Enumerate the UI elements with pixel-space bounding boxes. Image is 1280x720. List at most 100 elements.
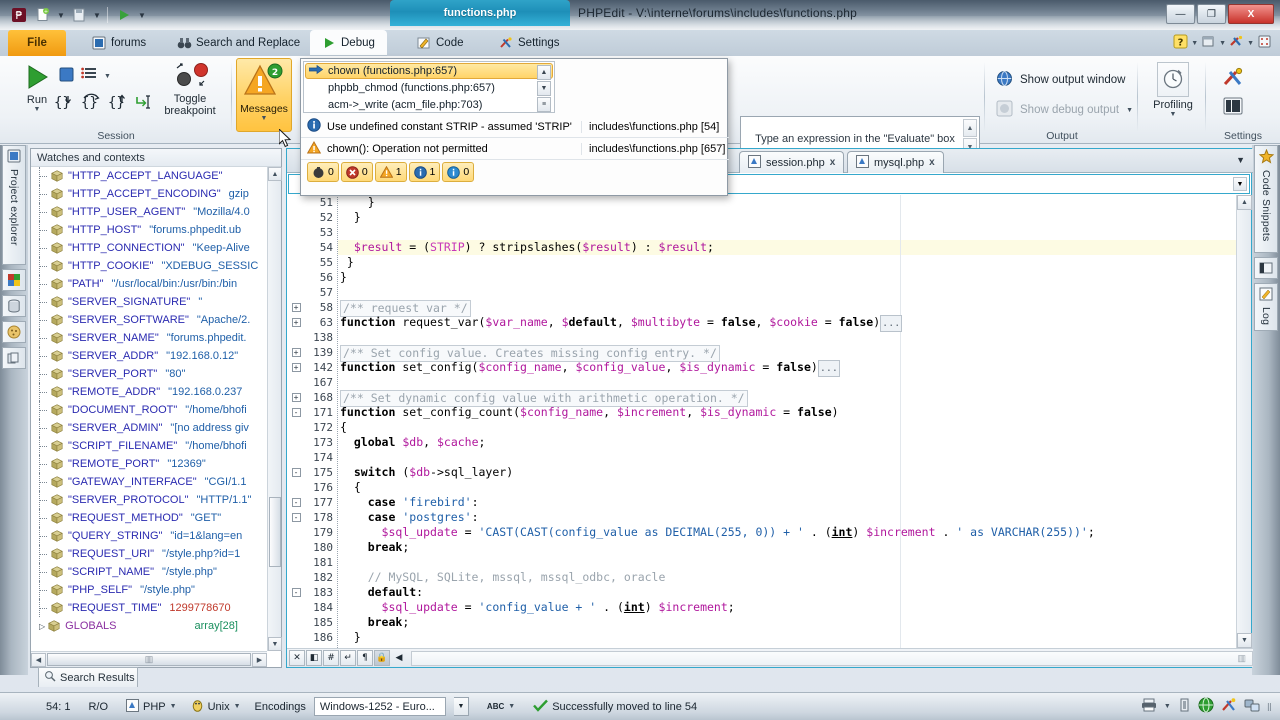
new-file-dropdown-icon[interactable]: ▼ bbox=[56, 4, 66, 26]
pilcrow-icon[interactable]: ¶ bbox=[357, 650, 373, 666]
line-numbers-icon[interactable]: # bbox=[323, 650, 339, 666]
watches-horizontal-scrollbar[interactable]: ◀ ▥ ▶ bbox=[31, 651, 267, 667]
fold-marker[interactable] bbox=[288, 480, 304, 495]
watch-row[interactable]: "HTTP_CONNECTION" "Keep-Alive bbox=[31, 239, 267, 257]
layout-icon[interactable] bbox=[1201, 34, 1216, 52]
fold-marker[interactable] bbox=[288, 285, 304, 300]
call-stack-item[interactable]: phpbb_chmod (functions.php:657) bbox=[304, 79, 554, 96]
code-line[interactable]: /** request var */ bbox=[340, 300, 1236, 317]
editor-tab-list-icon[interactable]: ▼ bbox=[1236, 155, 1245, 165]
code-area[interactable]: + + + + + - - - - - 51 52 53 54 55 56 57 58 63 138 139 142 16… bbox=[288, 195, 1236, 648]
scroll-thumb[interactable] bbox=[269, 497, 281, 567]
counter-notices[interactable]: 1 bbox=[408, 162, 441, 182]
code-line[interactable]: } bbox=[340, 195, 1236, 210]
grid-icon[interactable] bbox=[1257, 34, 1272, 52]
watch-row[interactable]: "SERVER_PROTOCOL" "HTTP/1.1" bbox=[31, 491, 267, 509]
watch-row[interactable]: "SCRIPT_FILENAME" "/home/bhofi bbox=[31, 437, 267, 455]
spellcheck-indicator[interactable]: ABC ▼ bbox=[477, 702, 515, 711]
code-line[interactable]: case 'firebird': bbox=[340, 495, 1236, 510]
column-icon[interactable] bbox=[1178, 698, 1191, 715]
scroll-up-icon[interactable]: ▲ bbox=[537, 65, 551, 80]
fold-marker[interactable] bbox=[288, 330, 304, 345]
step-out-icon[interactable]: {} bbox=[108, 93, 128, 115]
code-line[interactable] bbox=[340, 555, 1236, 570]
fold-marker[interactable] bbox=[288, 210, 304, 225]
dock-tab-project-explorer[interactable]: Project explorer bbox=[2, 145, 26, 265]
editor-tab-mysql-php[interactable]: mysql.php x bbox=[847, 151, 944, 173]
watch-row[interactable]: "HTTP_HOST" "forums.phpedit.ub bbox=[31, 221, 267, 239]
code-line[interactable]: function request_var($var_name, $default… bbox=[340, 315, 1236, 332]
encoding-select[interactable]: Windows-1252 - Euro... bbox=[313, 697, 446, 716]
platform-indicator[interactable]: Unix ▼ bbox=[185, 699, 241, 715]
scroll-up-icon[interactable]: ▲ bbox=[268, 167, 282, 181]
scroll-thumb[interactable]: ▥ bbox=[47, 653, 251, 666]
messages-dropdown-icon[interactable]: ▼ bbox=[261, 115, 268, 122]
globe-icon[interactable] bbox=[1198, 697, 1214, 716]
profiling-dropdown-icon[interactable]: ▼ bbox=[1170, 111, 1177, 118]
encoding-dropdown-icon[interactable]: ▼ bbox=[453, 697, 469, 716]
messages-button[interactable]: 2 Messages ▼ bbox=[236, 58, 292, 132]
fold-marker[interactable] bbox=[288, 450, 304, 465]
split-view-icon[interactable]: ◧ bbox=[306, 650, 322, 666]
fold-marker[interactable] bbox=[288, 600, 304, 615]
code-line[interactable]: { bbox=[340, 420, 1236, 435]
watch-row[interactable]: "SCRIPT_NAME" "/style.php" bbox=[31, 563, 267, 581]
scroll-down-icon[interactable]: ▼ bbox=[537, 81, 551, 96]
watch-row[interactable]: "DOCUMENT_ROOT" "/home/bhofi bbox=[31, 401, 267, 419]
watch-row-globals[interactable]: ▷ GLOBALS array[28] bbox=[31, 617, 267, 635]
fold-marker[interactable]: - bbox=[288, 495, 304, 510]
code-line[interactable] bbox=[340, 330, 1236, 345]
language-indicator[interactable]: PHP ▼ bbox=[116, 698, 177, 715]
code-line[interactable]: } bbox=[340, 255, 1236, 270]
maximize-button[interactable]: ❐ bbox=[1197, 4, 1226, 24]
code-line[interactable]: default: bbox=[340, 585, 1236, 600]
close-button[interactable]: X bbox=[1228, 4, 1274, 24]
watch-row[interactable]: "REMOTE_PORT" "12369" bbox=[31, 455, 267, 473]
help-dropdown-icon[interactable]: ▼ bbox=[1191, 40, 1198, 47]
fold-marker[interactable] bbox=[288, 240, 304, 255]
code-line[interactable] bbox=[340, 225, 1236, 240]
help-icon[interactable]: ? bbox=[1173, 34, 1188, 52]
watch-row[interactable]: "HTTP_ACCEPT_LANGUAGE" bbox=[31, 167, 267, 185]
code-line[interactable] bbox=[340, 450, 1236, 465]
fold-marker[interactable] bbox=[288, 615, 304, 630]
fold-marker[interactable]: - bbox=[288, 510, 304, 525]
fold-marker[interactable] bbox=[288, 570, 304, 585]
code-line[interactable]: switch ($db->sql_layer) bbox=[340, 465, 1236, 480]
code-line[interactable]: function set_config($config_name, $confi… bbox=[340, 360, 1236, 377]
fold-marker[interactable]: + bbox=[288, 300, 304, 315]
fold-marker[interactable]: - bbox=[288, 585, 304, 600]
fold-marker[interactable] bbox=[288, 225, 304, 240]
watch-row[interactable]: "REQUEST_TIME" 1299778670 bbox=[31, 599, 267, 617]
settings-panel-button[interactable] bbox=[1222, 96, 1244, 119]
save-dropdown-icon[interactable]: ▼ bbox=[92, 4, 102, 26]
dock-tab-classes[interactable] bbox=[2, 269, 26, 291]
code-line[interactable]: break; bbox=[340, 540, 1236, 555]
fold-marker[interactable] bbox=[288, 255, 304, 270]
watch-row[interactable]: "SERVER_ADDR" "192.168.0.12" bbox=[31, 347, 267, 365]
watch-row[interactable]: "SERVER_ADMIN" "[no address giv bbox=[31, 419, 267, 437]
watches-vertical-scrollbar[interactable]: ▲ ▼ bbox=[267, 167, 282, 651]
profiling-button[interactable]: Profiling ▼ bbox=[1146, 62, 1200, 118]
code-line[interactable]: /** Set dynamic config value with arithm… bbox=[340, 390, 1236, 407]
step-over-icon[interactable]: {} bbox=[81, 93, 101, 115]
layout-dropdown-icon[interactable]: ▼ bbox=[1219, 40, 1226, 47]
fold-marker[interactable] bbox=[288, 540, 304, 555]
watch-row[interactable]: "SERVER_SIGNATURE" " bbox=[31, 293, 267, 311]
ribbon-tab-search-and-replace[interactable]: Search and Replace bbox=[165, 30, 312, 56]
settings-tools-button[interactable] bbox=[1222, 66, 1244, 91]
ribbon-tab-forums[interactable]: forums bbox=[80, 30, 158, 56]
code-line[interactable]: } bbox=[340, 210, 1236, 225]
fold-marker[interactable] bbox=[288, 435, 304, 450]
dock-tab-cookies[interactable] bbox=[2, 321, 26, 343]
watch-row[interactable]: "SERVER_PORT" "80" bbox=[31, 365, 267, 383]
call-stack-scrollbar[interactable]: ▲ ▼ ≡ bbox=[537, 65, 551, 112]
show-debug-output-dropdown-icon[interactable]: ▼ bbox=[1126, 107, 1133, 114]
code-line[interactable]: function set_config_count($config_name, … bbox=[340, 405, 1236, 420]
code-line[interactable]: } bbox=[340, 630, 1236, 645]
step-into-icon[interactable]: {} bbox=[54, 93, 74, 115]
watch-row[interactable]: "REQUEST_URI" "/style.php?id=1 bbox=[31, 545, 267, 563]
search-results-tab[interactable]: Search Results bbox=[38, 667, 138, 687]
run-dropdown-icon[interactable]: ▼ bbox=[137, 4, 147, 26]
save-icon[interactable] bbox=[68, 4, 90, 26]
